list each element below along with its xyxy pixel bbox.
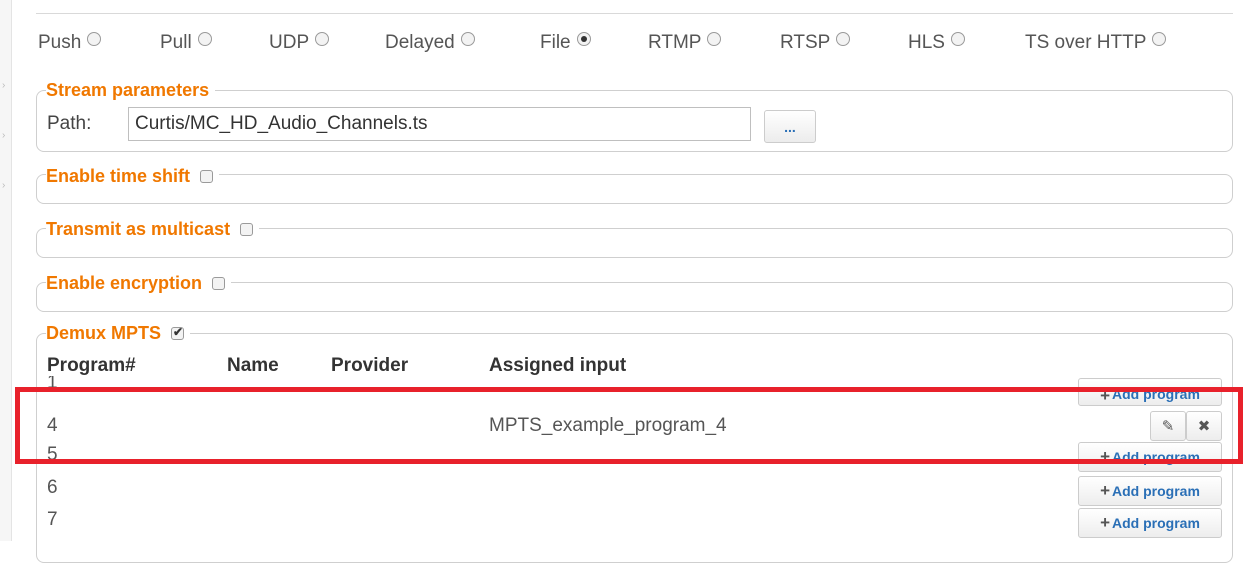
encryption-checkbox[interactable] xyxy=(212,276,226,290)
radio-delayed[interactable] xyxy=(460,32,475,46)
legend-text: Enable time shift xyxy=(46,165,191,186)
demux-mpts-legend: Demux MPTS xyxy=(46,322,191,344)
plus-icon: + xyxy=(1100,386,1111,405)
column-header-assigned-input: Assigned input xyxy=(489,355,627,376)
mode-label: Push xyxy=(38,32,82,53)
mode-delayed[interactable]: Delayed xyxy=(385,30,475,56)
mode-rtmp[interactable]: RTMP xyxy=(648,30,722,56)
multicast-checkbox[interactable] xyxy=(240,222,254,236)
left-panel-strip: › › › xyxy=(0,0,12,541)
mode-file[interactable]: File xyxy=(540,30,591,56)
legend-text: Enable encryption xyxy=(46,272,203,293)
path-label: Path: xyxy=(47,113,92,134)
multicast-legend: Transmit as multicast xyxy=(46,218,260,240)
mode-label: Delayed xyxy=(385,32,455,53)
close-icon: ✖ xyxy=(1197,418,1211,435)
add-program-button[interactable]: + Add program xyxy=(1078,476,1222,506)
path-input[interactable] xyxy=(128,107,751,141)
pencil-icon: ✎ xyxy=(1161,418,1175,435)
legend-text: Stream parameters xyxy=(46,79,210,100)
mode-label: Pull xyxy=(160,32,192,53)
stream-parameters-legend: Stream parameters xyxy=(46,79,216,101)
mode-label: TS over HTTP xyxy=(1025,32,1147,53)
mode-label: File xyxy=(540,32,571,53)
chevron-right-icon: › xyxy=(2,130,6,141)
mode-label: RTMP xyxy=(648,32,702,53)
mode-hls[interactable]: HLS xyxy=(908,30,965,56)
edit-program-button[interactable]: ✎ xyxy=(1150,411,1186,441)
plus-icon: + xyxy=(1100,513,1111,532)
button-label: Add program xyxy=(1112,449,1200,465)
add-program-button[interactable]: + Add program xyxy=(1078,378,1222,406)
remove-program-button[interactable]: ✖ xyxy=(1186,411,1222,441)
mode-ts-over-http[interactable]: TS over HTTP xyxy=(1025,30,1167,56)
plus-icon: + xyxy=(1100,481,1111,500)
mode-push[interactable]: Push xyxy=(38,30,102,56)
button-label: Add program xyxy=(1112,483,1200,499)
mode-label: RTSP xyxy=(780,32,831,53)
radio-file[interactable] xyxy=(576,32,591,46)
column-header-name: Name xyxy=(227,355,279,376)
legend-text: Demux MPTS xyxy=(46,322,162,343)
demux-mpts-fieldset xyxy=(36,333,1233,563)
table-row-program: 6 xyxy=(47,477,58,498)
demux-mpts-checkbox[interactable] xyxy=(171,325,185,340)
add-program-button[interactable]: + Add program xyxy=(1078,508,1222,538)
radio-rtsp[interactable] xyxy=(836,32,851,46)
time-shift-checkbox[interactable] xyxy=(200,169,214,183)
mode-label: UDP xyxy=(269,32,310,53)
mode-udp[interactable]: UDP xyxy=(269,30,330,56)
encryption-legend: Enable encryption xyxy=(46,272,232,294)
table-row-program: 4 xyxy=(47,415,58,436)
table-row-program: 5 xyxy=(47,444,58,465)
legend-text: Transmit as multicast xyxy=(46,218,231,239)
table-row-program: 7 xyxy=(47,509,58,530)
column-header-provider: Provider xyxy=(331,355,409,376)
chevron-right-icon: › xyxy=(2,180,6,191)
time-shift-legend: Enable time shift xyxy=(46,165,220,187)
divider xyxy=(36,13,1233,14)
radio-pull[interactable] xyxy=(197,32,212,46)
mode-pull[interactable]: Pull xyxy=(160,30,212,56)
button-label: Add program xyxy=(1112,515,1200,531)
chevron-right-icon: › xyxy=(2,80,6,91)
browse-button[interactable]: ... xyxy=(764,110,816,143)
radio-push[interactable] xyxy=(87,32,102,46)
add-program-button[interactable]: + Add program xyxy=(1078,442,1222,472)
table-row-program: 1 xyxy=(47,376,58,388)
plus-icon: + xyxy=(1100,447,1111,466)
column-header-program: Program# xyxy=(47,355,136,376)
mode-rtsp[interactable]: RTSP xyxy=(780,30,851,56)
mode-label: HLS xyxy=(908,32,945,53)
radio-hls[interactable] xyxy=(950,32,965,46)
table-row-assigned-input: MPTS_example_program_4 xyxy=(489,415,727,436)
radio-ts-over-http[interactable] xyxy=(1152,32,1167,46)
radio-rtmp[interactable] xyxy=(707,32,722,46)
radio-udp[interactable] xyxy=(315,32,330,46)
button-label: Add program xyxy=(1112,386,1200,402)
